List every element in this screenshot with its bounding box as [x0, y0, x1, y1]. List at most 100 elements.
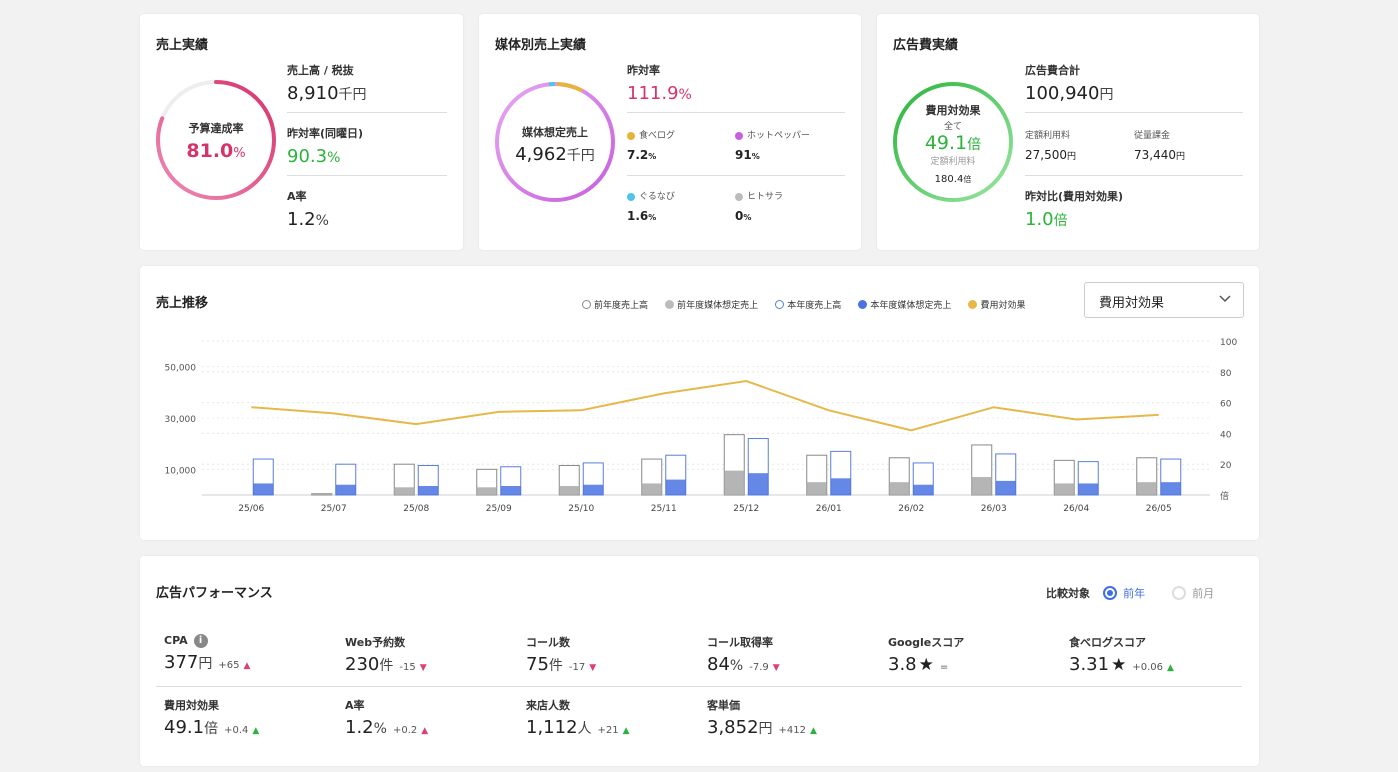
perf-item-delta: +0.2 — [392, 725, 418, 736]
roi-line — [251, 380, 1159, 432]
perf-item-value: 3.8 — [888, 654, 917, 675]
perf-item-value: 377 — [164, 652, 199, 673]
roi-gauge-sub2-unit: 倍 — [963, 175, 972, 184]
perf-item: 食べログスコア 3.31 ★ +0.06 ▲ — [1069, 634, 1174, 675]
triangle-up-icon: ▲ — [252, 726, 260, 736]
perf-item-unit: 件 — [548, 658, 563, 674]
perf-item-label: 客単価 — [707, 699, 740, 712]
bar-cur-media — [418, 486, 439, 495]
media-item-hitosara: ヒトサラ 0% — [735, 192, 784, 223]
metric-select[interactable]: 費用対効果 — [1084, 282, 1244, 318]
perf-item-label: 来店人数 — [526, 699, 570, 712]
media-gauge-value: 4,962 — [515, 144, 567, 165]
media-card-title: 媒体別売上実績 — [495, 38, 587, 53]
perf-item-value: 75 — [526, 654, 549, 675]
ad-yoy-unit: 倍 — [1053, 213, 1068, 229]
sales-card: 売上実績 予算達成率 81.0% 売上高 / 税抜 8,910千円 昨対率(同曜… — [140, 14, 463, 250]
radio-prev-month-circle[interactable] — [1172, 585, 1187, 600]
legend-prev-sales[interactable]: 前年度売上高 — [582, 298, 648, 311]
media-yoy-unit: % — [678, 87, 692, 103]
sales-yoy-label: 昨対率(同曜日) — [287, 127, 364, 140]
legend-roi[interactable]: 費用対効果 — [968, 298, 1025, 311]
triangle-up-icon: ▲ — [243, 661, 251, 671]
perf-item-label: 食べログスコア — [1069, 636, 1146, 649]
y-tick-label: 10,000 — [165, 466, 197, 476]
ad-fixed-value: 27,500 — [1025, 148, 1067, 162]
ad-card-title: 広告費実績 — [893, 38, 959, 53]
perf-item-unit: 倍 — [204, 721, 219, 737]
y2-tick-label: 40 — [1220, 430, 1232, 440]
sales-amount-label: 売上高 / 税抜 — [287, 64, 354, 77]
roi-gauge-unit: 倍 — [967, 137, 982, 153]
ad-total-label: 広告費合計 — [1025, 64, 1080, 77]
bar-prev-media — [889, 482, 910, 495]
legend-cur-sales[interactable]: 本年度売上高 — [775, 298, 841, 311]
y2-tick-label: 20 — [1220, 461, 1232, 471]
sales-a-rate-unit: % — [315, 213, 329, 229]
perf-item-label: A率 — [345, 699, 365, 712]
bar-cur-media — [1078, 483, 1099, 495]
perf-item: 来店人数 1,112人 +21 ▲ — [526, 697, 630, 738]
x-tick-label: 26/04 — [1063, 504, 1089, 514]
x-tick-label: 25/12 — [733, 504, 759, 514]
ad-fixed-label: 定額利用料 — [1025, 131, 1071, 141]
perf-item-unit: 人 — [577, 721, 592, 737]
y2-tick-label: 80 — [1220, 369, 1232, 379]
perf-item-delta: -17 — [568, 662, 586, 673]
y2-tick-label: 100 — [1220, 338, 1237, 348]
roi-gauge-label: 費用対効果 — [925, 104, 981, 117]
perf-item: A率 1.2% +0.2 ▲ — [345, 697, 428, 738]
bar-prev-media — [559, 486, 580, 495]
sales-yoy-unit: % — [327, 150, 341, 166]
chevron-down-icon — [1219, 291, 1231, 311]
ad-total-value: 100,940 — [1025, 83, 1100, 104]
bar-prev-media — [806, 482, 827, 495]
bar-cur-media — [748, 473, 769, 495]
perf-item-delta: +0.4 — [224, 725, 249, 736]
bar-cur-media — [665, 479, 686, 495]
radio-prev-year[interactable]: 前年 — [1103, 582, 1150, 601]
radio-prev-year-circle[interactable] — [1103, 585, 1118, 600]
legend-cur-media[interactable]: 本年度媒体想定売上 — [858, 298, 951, 311]
x-tick-label: 26/02 — [898, 504, 924, 514]
bar-cur-media — [583, 484, 604, 495]
bar-prev-media — [724, 470, 745, 495]
x-tick-label: 25/06 — [238, 504, 264, 514]
ad-yoy-label: 昨対比(費用対効果) — [1025, 190, 1124, 203]
sales-a-rate-value: 1.2 — [287, 209, 316, 230]
bar-cur-media — [500, 486, 521, 495]
media-gauge-label: 媒体想定売上 — [522, 126, 588, 139]
perf-item-unit: 件 — [379, 658, 394, 674]
perf-item: Web予約数 230件 -15 ▼ — [345, 634, 427, 675]
legend-prev-media[interactable]: 前年度媒体想定売上 — [665, 298, 758, 311]
triangle-up-icon: ▲ — [810, 726, 817, 736]
bar-cur-media — [1160, 482, 1181, 495]
media-item-gurunavi: ぐるなび 1.6% — [627, 192, 675, 223]
radio-prev-month[interactable]: 前月 — [1172, 582, 1214, 601]
perf-item-delta: +412 — [778, 725, 806, 736]
sales-a-rate-label: A率 — [287, 190, 307, 203]
perf-item: CPA i 377円 +65 ▲ — [164, 634, 250, 673]
trend-legend: 前年度売上高 前年度媒体想定売上 本年度売上高 本年度媒体想定売上 費用対効果 — [570, 294, 1025, 313]
x-tick-label: 25/10 — [568, 504, 594, 514]
triangle-up-icon: ▲ — [622, 726, 630, 736]
perf-item-label: 費用対効果 — [164, 699, 219, 712]
media-yoy-value: 111.9 — [627, 83, 679, 104]
x-tick-label: 25/09 — [486, 504, 512, 514]
ad-usage-value: 73,440 — [1134, 148, 1176, 162]
perf-item-value: 49.1 — [164, 717, 205, 738]
perf-item-label: Web予約数 — [345, 636, 406, 649]
perf-item-label: コール数 — [526, 636, 570, 649]
perf-item-value: 230 — [345, 654, 380, 675]
triangle-down-icon: ▼ — [419, 663, 427, 673]
perf-item-unit: % — [729, 658, 744, 674]
budget-gauge-unit: % — [233, 146, 246, 161]
info-icon[interactable]: i — [193, 634, 208, 648]
triangle-up-icon: ▲ — [421, 726, 429, 736]
roi-gauge-sub: 全て — [943, 122, 962, 132]
bar-cur-media — [830, 478, 851, 495]
perf-item-unit: 円 — [758, 721, 773, 737]
trend-card: 売上推移 前年度売上高 前年度媒体想定売上 本年度売上高 本年度媒体想定売上 費… — [140, 266, 1259, 540]
bar-prev-media — [971, 477, 992, 495]
perf-item-value: 1.2 — [345, 717, 374, 738]
